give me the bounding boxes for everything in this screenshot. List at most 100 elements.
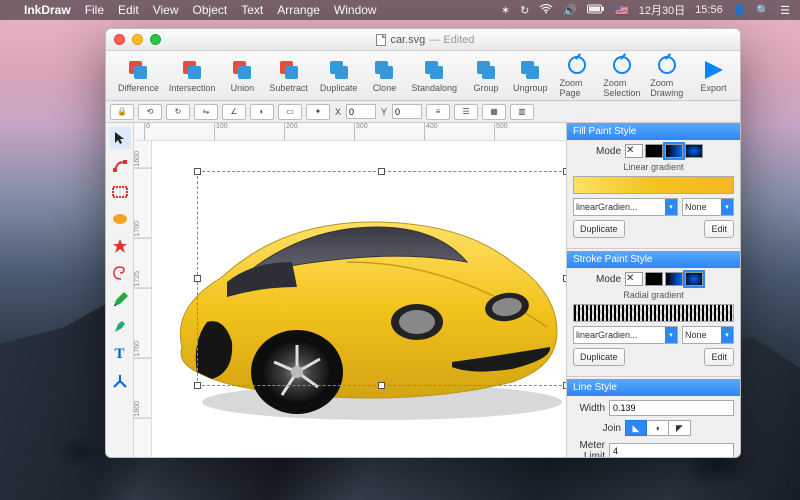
stroke-gradient-select[interactable]: linearGradien...▾ xyxy=(573,326,678,344)
prop-dim[interactable]: ▭ xyxy=(278,104,302,120)
prop-angle[interactable]: ∠ xyxy=(222,104,246,120)
text-tool[interactable]: T xyxy=(109,343,131,365)
resize-handle-s[interactable] xyxy=(378,382,385,389)
fill-mode-linear[interactable] xyxy=(665,144,683,158)
zoom-window-button[interactable] xyxy=(150,34,161,45)
fill-duplicate-button[interactable]: Duplicate xyxy=(573,220,625,238)
spotlight-icon[interactable]: 🔍 xyxy=(756,4,770,17)
link-toggle[interactable]: ⟲ xyxy=(138,104,162,120)
fill-edit-button[interactable]: Edit xyxy=(704,220,734,238)
menu-text[interactable]: Text xyxy=(241,3,263,17)
line-join-segmented[interactable]: ◣ ◖ ◤ xyxy=(625,420,691,436)
close-window-button[interactable] xyxy=(114,34,125,45)
stroke-mode-flat[interactable] xyxy=(645,272,663,286)
battery-icon[interactable] xyxy=(587,4,605,17)
titlebar[interactable]: car.svg — Edited xyxy=(106,29,740,51)
menu-view[interactable]: View xyxy=(153,3,179,17)
magnifier-icon xyxy=(658,56,676,74)
timemachine-icon[interactable]: ↻ xyxy=(520,4,529,17)
user-icon[interactable]: 👤 xyxy=(733,4,747,17)
x-input[interactable] xyxy=(346,104,376,119)
export-button[interactable]: Export xyxy=(693,57,735,95)
zoom-drawing-button[interactable]: Zoom Drawing xyxy=(646,52,688,100)
stroke-none-select[interactable]: None▾ xyxy=(682,326,734,344)
line-width-input[interactable] xyxy=(609,400,734,416)
prop-anchor[interactable]: ✦ xyxy=(306,104,330,120)
join-bevel[interactable]: ◤ xyxy=(669,420,691,436)
spiral-tool[interactable] xyxy=(109,262,131,284)
menubar-app-name[interactable]: InkDraw xyxy=(24,3,71,17)
menu-edit[interactable]: Edit xyxy=(118,3,139,17)
prop-corner[interactable]: ◐ xyxy=(250,104,274,120)
union-button[interactable]: Union xyxy=(221,57,263,95)
volume-icon[interactable]: 🔊 xyxy=(563,4,577,17)
zoom-selection-button[interactable]: Zoom Selection xyxy=(600,52,645,100)
status-date[interactable]: 12月30日 xyxy=(639,2,685,18)
meter-limit-input[interactable] xyxy=(609,443,734,457)
prop-align4[interactable]: ▥ xyxy=(510,104,534,120)
standalone-button[interactable]: Standalong xyxy=(407,57,461,95)
menu-arrange[interactable]: Arrange xyxy=(277,3,320,17)
menu-object[interactable]: Object xyxy=(193,3,228,17)
resize-handle-n[interactable] xyxy=(378,168,385,175)
fill-mode-flat[interactable] xyxy=(645,144,663,158)
prop-align3[interactable]: ▦ xyxy=(482,104,506,120)
difference-button[interactable]: Difference xyxy=(114,57,163,95)
pencil-tool[interactable] xyxy=(109,289,131,311)
stroke-edit-button[interactable]: Edit xyxy=(704,348,734,366)
wifi-icon[interactable] xyxy=(539,4,553,17)
horizontal-ruler[interactable]: 0 100 200 300 400 500 xyxy=(134,123,566,141)
resize-handle-w[interactable] xyxy=(194,275,201,282)
fill-mode-radial[interactable] xyxy=(685,144,703,158)
join-round[interactable]: ◖ xyxy=(647,420,669,436)
status-time[interactable]: 15:56 xyxy=(695,4,723,16)
resize-handle-sw[interactable] xyxy=(194,382,201,389)
clone-button[interactable]: Clone xyxy=(363,57,405,95)
fill-gradient-preview[interactable] xyxy=(573,176,734,194)
stroke-mode-radial[interactable] xyxy=(685,272,703,286)
fill-none-select[interactable]: None▾ xyxy=(682,198,734,216)
intersection-button[interactable]: Intersection xyxy=(165,57,220,95)
evernote-icon[interactable]: ✶ xyxy=(501,4,510,17)
menu-window[interactable]: Window xyxy=(334,3,377,17)
notification-icon[interactable]: ☰ xyxy=(780,4,790,17)
drawing-canvas[interactable] xyxy=(152,141,566,457)
prop-align1[interactable]: ≡ xyxy=(426,104,450,120)
join-miter[interactable]: ◣ xyxy=(625,420,647,436)
resize-handle-se[interactable] xyxy=(563,382,566,389)
resize-handle-ne[interactable] xyxy=(563,168,566,175)
ungroup-button[interactable]: Ungroup xyxy=(509,57,552,95)
node-tool[interactable] xyxy=(109,154,131,176)
stroke-panel-header[interactable]: Stroke Paint Style xyxy=(567,251,740,268)
zoom-page-button[interactable]: Zoom Page xyxy=(556,52,598,100)
subtract-button[interactable]: Subetract xyxy=(265,57,312,95)
menu-file[interactable]: File xyxy=(85,3,104,17)
vertical-ruler[interactable]: 1600 1700 1725 1760 1800 xyxy=(134,141,152,457)
resize-handle-e[interactable] xyxy=(563,275,566,282)
rect-tool[interactable] xyxy=(109,181,131,203)
flag-icon[interactable]: 🇺🇸 xyxy=(615,4,629,17)
fill-gradient-select[interactable]: linearGradien...▾ xyxy=(573,198,678,216)
pen-tool[interactable] xyxy=(109,316,131,338)
group-button[interactable]: Group xyxy=(465,57,507,95)
star-tool[interactable] xyxy=(109,235,131,257)
fill-panel-header[interactable]: Fill Paint Style xyxy=(567,123,740,140)
minimize-window-button[interactable] xyxy=(132,34,143,45)
prop-rotate[interactable]: ↻ xyxy=(166,104,190,120)
stroke-gradient-preview[interactable] xyxy=(573,304,734,322)
stroke-duplicate-button[interactable]: Duplicate xyxy=(573,348,625,366)
prop-flip[interactable]: ⇋ xyxy=(194,104,218,120)
lock-toggle[interactable]: 🔒 xyxy=(110,104,134,120)
select-tool[interactable] xyxy=(109,127,131,149)
selection-bounds[interactable] xyxy=(197,171,566,386)
stroke-mode-linear[interactable] xyxy=(665,272,683,286)
prop-align2[interactable]: ☰ xyxy=(454,104,478,120)
line-panel-header[interactable]: Line Style xyxy=(567,379,740,396)
resize-handle-nw[interactable] xyxy=(194,168,201,175)
fill-mode-none[interactable]: ✕ xyxy=(625,144,643,158)
y-input[interactable] xyxy=(392,104,422,119)
stroke-mode-none[interactable]: ✕ xyxy=(625,272,643,286)
duplicate-button[interactable]: Duplicate xyxy=(316,57,362,95)
ellipse-tool[interactable] xyxy=(109,208,131,230)
connector-tool[interactable] xyxy=(109,370,131,392)
